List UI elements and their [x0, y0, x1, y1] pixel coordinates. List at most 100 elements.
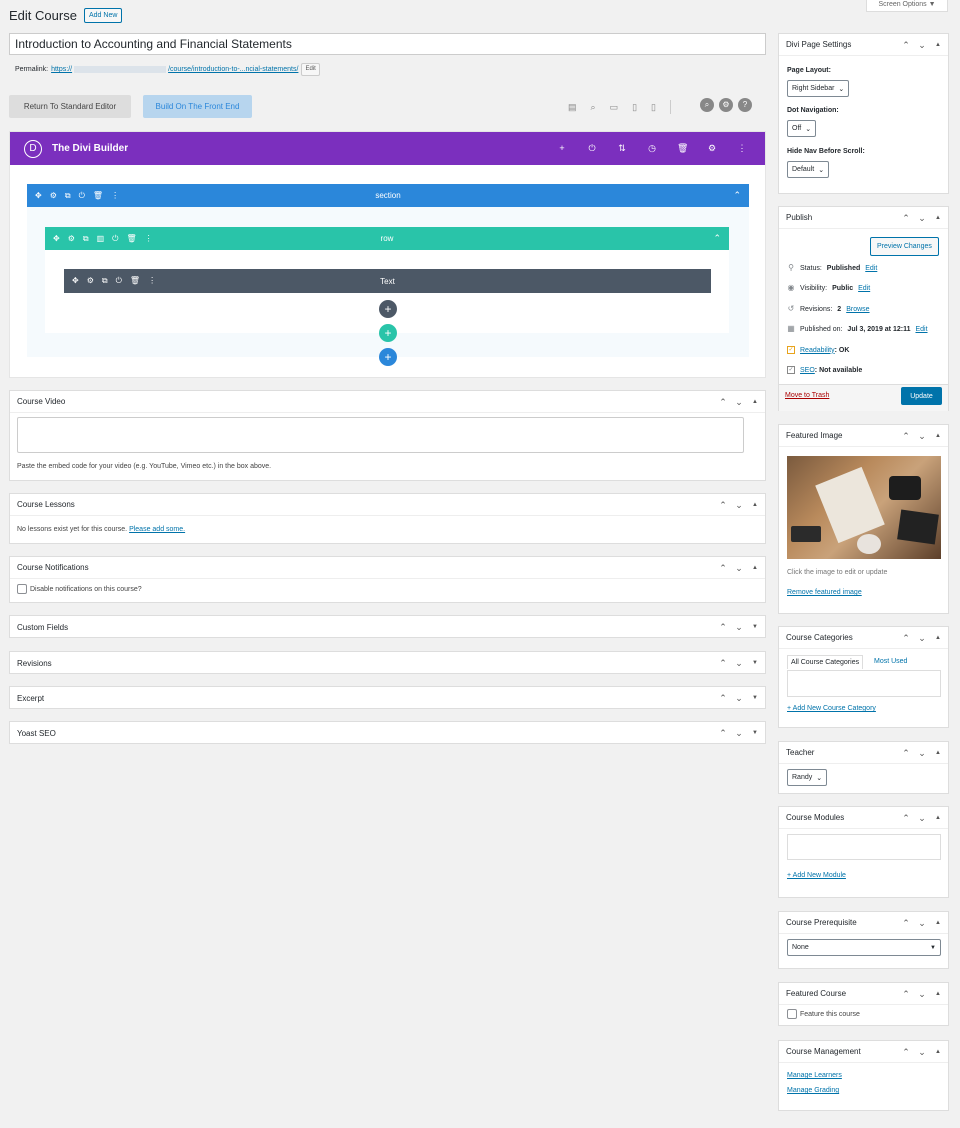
desktop-view-icon[interactable]: ▭: [610, 102, 619, 113]
build-front-end-button[interactable]: Build On The Front End: [143, 95, 252, 118]
publish-header[interactable]: Publish ⌃ ⌄ ▲: [779, 207, 948, 229]
course-notifications-header[interactable]: Course Notifications ⌃ ⌄ ▲: [10, 557, 765, 579]
search-icon[interactable]: ⌕: [700, 98, 714, 112]
add-icon[interactable]: +: [557, 143, 567, 153]
move-up-icon[interactable]: ⌃: [719, 563, 727, 574]
collapse-icon[interactable]: ⌃: [713, 233, 721, 244]
add-row-button[interactable]: +: [379, 324, 397, 342]
toggle-icon[interactable]: ▼: [751, 660, 759, 666]
revisions-browse-link[interactable]: Browse: [846, 306, 869, 313]
yoast-seo-header[interactable]: Yoast SEO ⌃ ⌄ ▼: [10, 722, 765, 744]
prerequisite-select[interactable]: None ▼: [787, 939, 941, 956]
move-to-trash-link[interactable]: Move to Trash: [785, 392, 829, 399]
add-section-button[interactable]: +: [379, 348, 397, 366]
settings-icon[interactable]: ⚙: [719, 98, 733, 112]
readability-link[interactable]: Readability: [800, 347, 835, 354]
move-up-icon[interactable]: ⌃: [902, 40, 910, 51]
toggle-icon[interactable]: ▼: [751, 695, 759, 701]
move-down-icon[interactable]: ⌄: [918, 213, 926, 224]
visibility-edit-link[interactable]: Edit: [858, 285, 870, 292]
sort-icon[interactable]: ⇅: [617, 143, 627, 153]
course-lessons-header[interactable]: Course Lessons ⌃ ⌄ ▲: [10, 494, 765, 516]
move-up-icon[interactable]: ⌃: [902, 813, 910, 824]
custom-fields-header[interactable]: Custom Fields ⌃ ⌄ ▼: [10, 616, 765, 638]
row-bar[interactable]: ✥ ⚙ ⧉ ▥ ⏻ 🗑 ⋮ row ⌃: [45, 227, 729, 250]
published-edit-link[interactable]: Edit: [915, 326, 927, 333]
course-video-textarea[interactable]: [17, 417, 744, 453]
status-edit-link[interactable]: Edit: [865, 265, 877, 272]
screen-options-button[interactable]: Screen Options ▼: [866, 0, 948, 12]
move-down-icon[interactable]: ⌄: [735, 728, 743, 739]
toggle-icon[interactable]: ▲: [934, 815, 942, 821]
move-up-icon[interactable]: ⌃: [719, 622, 727, 633]
toggle-icon[interactable]: ▲: [751, 565, 759, 571]
toggle-icon[interactable]: ▲: [934, 215, 942, 221]
move-up-icon[interactable]: ⌃: [902, 918, 910, 929]
toggle-icon[interactable]: ▲: [934, 750, 942, 756]
move-up-icon[interactable]: ⌃: [902, 213, 910, 224]
course-categories-header[interactable]: Course Categories ⌃ ⌄ ▲: [779, 627, 948, 649]
move-down-icon[interactable]: ⌄: [918, 633, 926, 644]
course-modules-header[interactable]: Course Modules ⌃ ⌄ ▲: [779, 807, 948, 829]
move-up-icon[interactable]: ⌃: [719, 658, 727, 669]
move-up-icon[interactable]: ⌃: [719, 397, 727, 408]
collapse-icon[interactable]: ⌃: [733, 190, 741, 201]
move-down-icon[interactable]: ⌄: [735, 500, 743, 511]
teacher-select[interactable]: Randy ⌄: [787, 769, 828, 786]
trash-icon[interactable]: 🗑: [677, 143, 688, 153]
move-down-icon[interactable]: ⌄: [735, 658, 743, 669]
move-down-icon[interactable]: ⌄: [918, 813, 926, 824]
add-new-module-link[interactable]: + Add New Module: [787, 872, 846, 879]
return-standard-editor-button[interactable]: Return To Standard Editor: [9, 95, 131, 118]
move-up-icon[interactable]: ⌃: [902, 431, 910, 442]
featured-course-header[interactable]: Featured Course ⌃ ⌄ ▲: [779, 983, 948, 1005]
teacher-header[interactable]: Teacher ⌃ ⌄ ▲: [779, 742, 948, 764]
permalink-url[interactable]: https:// /course/introduction-to-...ncia…: [51, 66, 298, 73]
course-prerequisite-header[interactable]: Course Prerequisite ⌃ ⌄ ▲: [779, 912, 948, 934]
move-up-icon[interactable]: ⌃: [902, 989, 910, 1000]
toggle-icon[interactable]: ▲: [751, 399, 759, 405]
move-down-icon[interactable]: ⌄: [735, 397, 743, 408]
section-bar[interactable]: ✥ ⚙ ⧉ ⏻ 🗑 ⋮ section ⌃: [27, 184, 749, 207]
hide-nav-select[interactable]: Default ⌄: [787, 161, 830, 178]
power-icon[interactable]: ⏻: [587, 143, 597, 153]
tab-all-categories[interactable]: All Course Categories: [787, 655, 864, 669]
toggle-icon[interactable]: ▲: [934, 1049, 942, 1055]
move-down-icon[interactable]: ⌄: [735, 563, 743, 574]
add-new-category-link[interactable]: + Add New Course Category: [787, 705, 876, 712]
toggle-icon[interactable]: ▲: [934, 920, 942, 926]
add-new-button[interactable]: Add New: [84, 8, 123, 23]
toggle-icon[interactable]: ▲: [934, 991, 942, 997]
move-down-icon[interactable]: ⌄: [918, 989, 926, 1000]
add-module-button[interactable]: +: [379, 300, 397, 318]
move-up-icon[interactable]: ⌃: [902, 1047, 910, 1058]
tablet-view-icon[interactable]: ▯: [632, 102, 637, 113]
featured-image-header[interactable]: Featured Image ⌃ ⌄ ▲: [779, 425, 948, 447]
wireframe-view-icon[interactable]: ▤: [568, 102, 577, 113]
feature-course-checkbox[interactable]: [787, 1009, 797, 1019]
page-layout-select[interactable]: Right Sidebar ⌄: [787, 80, 850, 97]
move-up-icon[interactable]: ⌃: [719, 500, 727, 511]
module-bar[interactable]: ✥ ⚙ ⧉ ⏻ 🗑 ⋮ Text: [64, 269, 711, 293]
toggle-icon[interactable]: ▲: [934, 42, 942, 48]
move-down-icon[interactable]: ⌄: [918, 431, 926, 442]
move-down-icon[interactable]: ⌄: [918, 1047, 926, 1058]
course-video-header[interactable]: Course Video ⌃ ⌄ ▲: [10, 391, 765, 413]
divi-page-settings-header[interactable]: Divi Page Settings ⌃ ⌄ ▲: [779, 34, 948, 56]
help-icon[interactable]: ?: [738, 98, 752, 112]
manage-grading-link[interactable]: Manage Grading: [787, 1087, 839, 1094]
toggle-icon[interactable]: ▲: [934, 635, 942, 641]
remove-featured-image-link[interactable]: Remove featured image: [787, 589, 862, 596]
featured-image-thumbnail[interactable]: [787, 456, 941, 559]
more-icon[interactable]: ⋮: [737, 143, 747, 153]
history-icon[interactable]: ◷: [647, 143, 657, 153]
disable-notifications-checkbox[interactable]: [17, 584, 27, 594]
move-down-icon[interactable]: ⌄: [918, 748, 926, 759]
move-down-icon[interactable]: ⌄: [735, 693, 743, 704]
move-up-icon[interactable]: ⌃: [902, 748, 910, 759]
preview-changes-button[interactable]: Preview Changes: [870, 237, 939, 256]
move-down-icon[interactable]: ⌄: [918, 40, 926, 51]
toggle-icon[interactable]: ▲: [934, 433, 942, 439]
toggle-icon[interactable]: ▲: [751, 502, 759, 508]
move-up-icon[interactable]: ⌃: [719, 728, 727, 739]
